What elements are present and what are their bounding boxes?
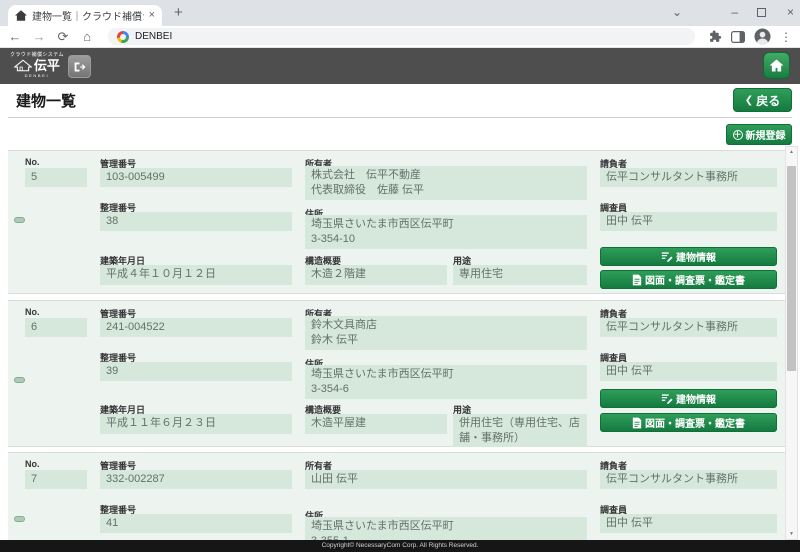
label-no: No. — [25, 459, 40, 469]
browser-tab[interactable]: 建物一覧｜クラウド補償システム 伝 × — [8, 5, 162, 26]
back-button[interactable]: ❮ 戻る — [733, 88, 792, 112]
building-info-label: 建物情報 — [676, 391, 716, 406]
contractor-field: 伝平コンサルタント事務所 — [600, 168, 777, 187]
owner-field: 山田 伝平 — [305, 470, 587, 489]
denbei-house-icon — [14, 59, 32, 72]
tab-title: 建物一覧｜クラウド補償システム 伝 — [32, 8, 144, 23]
copyright-footer: Copyright© NecessaryCom Corp. All Rights… — [0, 540, 800, 552]
scroll-down-icon[interactable]: ▼ — [786, 531, 797, 537]
window-maximize-icon[interactable] — [757, 8, 766, 17]
contractor-field: 伝平コンサルタント事務所 — [600, 470, 777, 489]
building-card-2: No. 6 管理番号 241-004522 所有者 鈴木文具商店 鈴木 伝平 請… — [8, 300, 786, 447]
no-field: 5 — [25, 168, 87, 187]
new-tab-button[interactable]: + — [174, 4, 183, 21]
documents-label: 図面・調査票・鑑定書 — [645, 415, 745, 430]
screen: 建物一覧｜クラウド補償システム 伝 × + ⌄ – × ← → ⟳ ⌂ DENB… — [0, 0, 800, 552]
surveyor-field: 田中 伝平 — [600, 514, 777, 533]
window-minimize-icon[interactable]: – — [731, 2, 738, 22]
seiri-field: 41 — [100, 514, 292, 533]
scrollbar-thumb[interactable] — [787, 166, 796, 371]
new-registration-button[interactable]: ＋ 新規登録 — [726, 124, 792, 145]
google-logo-icon — [117, 31, 129, 43]
label-no: No. — [25, 157, 40, 167]
nav-reload-icon[interactable]: ⟳ — [56, 30, 70, 43]
tab-close-icon[interactable]: × — [149, 10, 155, 21]
chevron-left-icon: ❮ — [745, 95, 753, 106]
list-edit-icon — [661, 251, 673, 262]
kanri-field: 332-002287 — [100, 470, 292, 489]
address-field: 埼玉県さいたま市西区伝平町 3-355-1 — [305, 517, 587, 540]
address-bar[interactable]: DENBEI — [108, 28, 695, 45]
documents-label: 図面・調査票・鑑定書 — [645, 272, 745, 287]
building-card-3: No. 7 管理番号 332-002287 所有者 山田 伝平 請負者 伝平コン… — [8, 452, 786, 540]
list-edit-icon — [661, 393, 673, 404]
building-info-button[interactable]: 建物情報 — [600, 247, 777, 266]
building-info-button[interactable]: 建物情報 — [600, 389, 777, 408]
logo-system-name: クラウド補償システム — [10, 51, 64, 58]
denbei-logo: クラウド補償システム 伝平 DENBEI — [10, 51, 64, 78]
window-close-icon[interactable]: × — [787, 2, 794, 22]
seiri-field: 38 — [100, 212, 292, 231]
page-scrollbar[interactable]: ▲ ▼ — [785, 146, 798, 540]
building-list: No. 5 管理番号 103-005499 所有者 株式会社 伝平不動産 代表取… — [0, 150, 800, 540]
nav-back-icon[interactable]: ← — [8, 30, 22, 43]
built-date-field: 平成４年１０月１２日 — [100, 265, 292, 285]
address-field: 埼玉県さいたま市西区伝平町 3-354-6 — [305, 365, 587, 399]
home-button[interactable] — [763, 52, 790, 79]
address-text[interactable]: DENBEI — [135, 31, 172, 42]
label-no: No. — [25, 307, 40, 317]
owner-field: 鈴木文具商店 鈴木 伝平 — [305, 316, 587, 350]
nav-forward-icon[interactable]: → — [32, 30, 46, 43]
new-registration-label: 新規登録 — [746, 127, 786, 142]
browser-tabstrip: 建物一覧｜クラウド補償システム 伝 × + ⌄ – × — [0, 0, 800, 26]
plus-circle-icon: ＋ — [733, 130, 743, 140]
tab-search-chevron-icon[interactable]: ⌄ — [672, 2, 682, 22]
surveyor-field: 田中 伝平 — [600, 362, 777, 381]
building-card-1: No. 5 管理番号 103-005499 所有者 株式会社 伝平不動産 代表取… — [8, 150, 786, 294]
usage-field: 専用住宅 — [453, 265, 587, 285]
logo-sub-text: DENBEI — [10, 73, 64, 78]
link-handle-icon[interactable] — [14, 217, 25, 223]
logout-button[interactable] — [68, 55, 91, 78]
profile-avatar[interactable] — [754, 28, 771, 45]
side-panel-icon[interactable] — [731, 31, 745, 43]
structure-field: 木造平屋建 — [305, 414, 447, 434]
page-title: 建物一覧 — [16, 90, 76, 111]
documents-button[interactable]: 図面・調査票・鑑定書 — [600, 270, 777, 289]
built-date-field: 平成１１年６月２３日 — [100, 414, 292, 434]
logout-icon — [73, 61, 86, 73]
logo-main-text: 伝平 — [34, 58, 60, 73]
document-icon — [632, 274, 642, 286]
toolbar-right-icons: ⋮ — [709, 28, 792, 45]
kanri-field: 103-005499 — [100, 168, 292, 187]
owner-field: 株式会社 伝平不動産 代表取締役 佐藤 伝平 — [305, 166, 587, 200]
title-divider — [8, 117, 792, 118]
link-handle-icon[interactable] — [14, 377, 25, 383]
no-field: 6 — [25, 318, 87, 337]
seiri-field: 39 — [100, 362, 292, 381]
scroll-up-icon[interactable]: ▲ — [786, 149, 797, 155]
extensions-puzzle-icon[interactable] — [709, 30, 722, 43]
app-header: クラウド補償システム 伝平 DENBEI — [0, 48, 800, 84]
address-field: 埼玉県さいたま市西区伝平町 3-354-10 — [305, 215, 587, 249]
home-icon — [769, 59, 784, 72]
building-info-label: 建物情報 — [676, 249, 716, 264]
no-field: 7 — [25, 470, 87, 489]
contractor-field: 伝平コンサルタント事務所 — [600, 318, 777, 337]
usage-field: 併用住宅（専用住宅、店舗・事務所） — [453, 414, 587, 447]
browser-toolbar: ← → ⟳ ⌂ DENBEI ⋮ — [0, 26, 800, 48]
kanri-field: 241-004522 — [100, 318, 292, 337]
denbei-favicon-icon — [15, 10, 27, 21]
back-button-label: 戻る — [756, 92, 780, 109]
structure-field: 木造２階建 — [305, 265, 447, 285]
surveyor-field: 田中 伝平 — [600, 212, 777, 231]
nav-home-icon[interactable]: ⌂ — [80, 30, 94, 43]
browser-menu-kebab-icon[interactable]: ⋮ — [780, 30, 792, 44]
link-handle-icon[interactable] — [14, 516, 25, 522]
documents-button[interactable]: 図面・調査票・鑑定書 — [600, 413, 777, 432]
document-icon — [632, 417, 642, 429]
